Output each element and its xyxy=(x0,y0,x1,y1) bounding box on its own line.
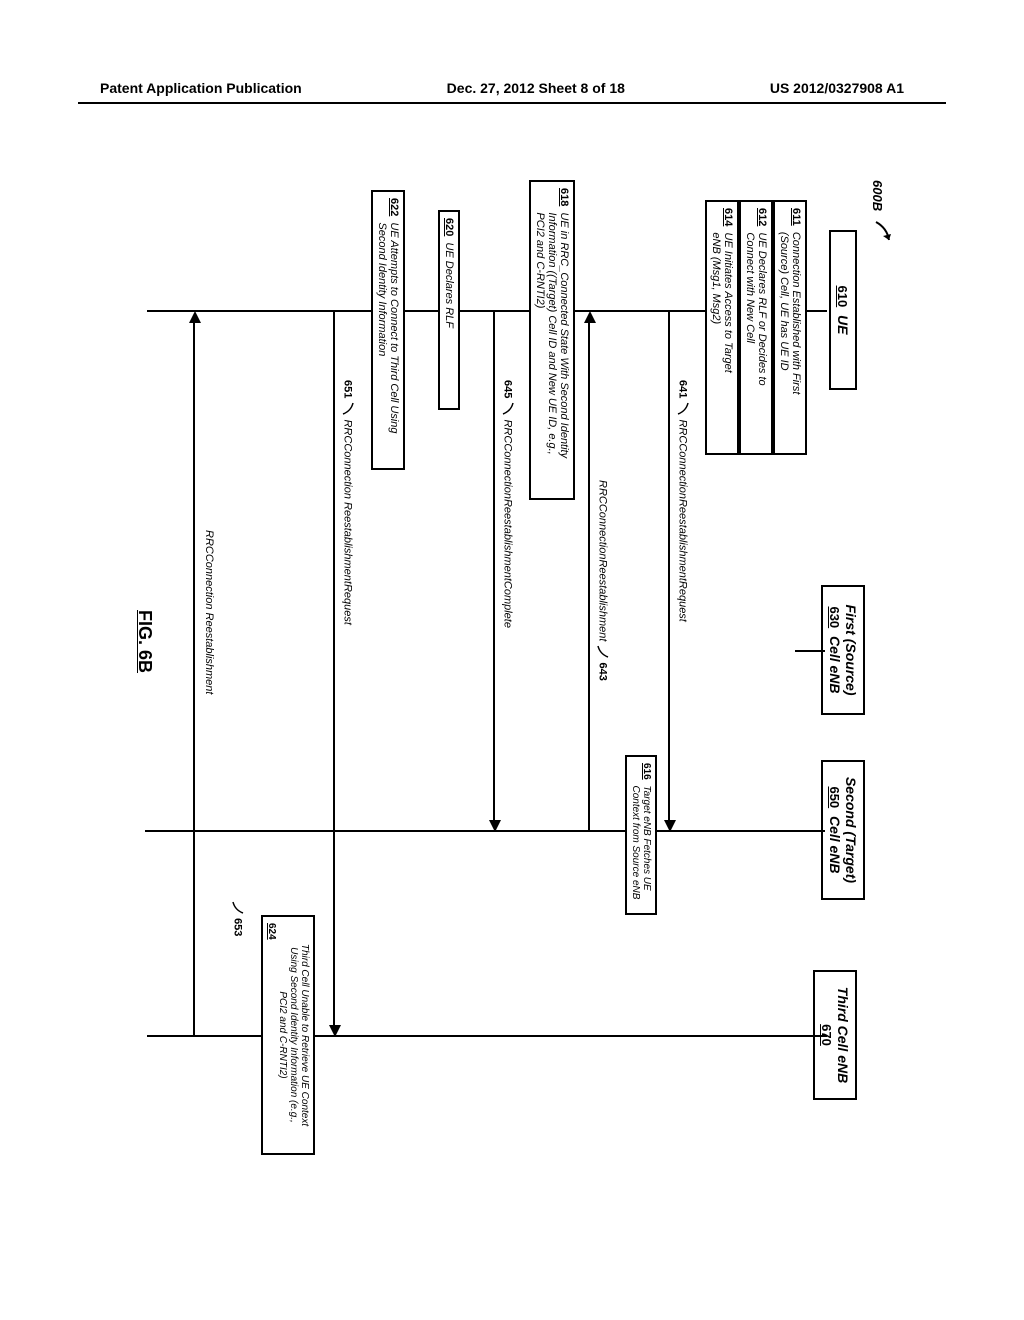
sequence-diagram: 600B 610 UE First (Source) 630 Cell eNB … xyxy=(105,170,885,1170)
arrow-head-651 xyxy=(329,1025,341,1037)
arrow-head-643 xyxy=(584,311,596,323)
arrow-643 xyxy=(588,323,590,831)
msg-641-label: 641 RRCConnectionReestablishmentRequest xyxy=(675,380,690,622)
arrow-645 xyxy=(493,311,495,821)
arrow-651 xyxy=(333,311,335,1026)
header-right: US 2012/0327908 A1 xyxy=(770,80,904,96)
msg-645-label: 645 RRCConnectionReestablishmentComplete xyxy=(500,380,515,628)
header-center: Dec. 27, 2012 Sheet 8 of 18 xyxy=(447,80,625,96)
lifeline-third xyxy=(147,1035,827,1037)
event-618: 618 UE in RRC_Connected State With Secon… xyxy=(529,180,575,500)
event-614: 614 UE Initiates Access to Target eNB (M… xyxy=(705,200,739,455)
actor-ue: 610 UE xyxy=(829,230,857,390)
event-612: 612 UE Declares RLF or Decides to Connec… xyxy=(739,200,773,455)
arrow-head-645 xyxy=(489,820,501,832)
header-divider xyxy=(78,102,946,104)
event-622: 622 UE Attempts to Connect to Third Cell… xyxy=(371,190,405,470)
arrow-641 xyxy=(668,311,670,821)
actor-source: First (Source) 630 Cell eNB xyxy=(821,585,865,715)
lifeline-source xyxy=(795,650,825,652)
header-left: Patent Application Publication xyxy=(100,80,302,96)
msg-653-ref: 653 xyxy=(230,900,245,936)
event-620: 620 UE Declares RLF xyxy=(438,210,460,410)
actor-target: Second (Target) 650 Cell eNB xyxy=(821,760,865,900)
event-616: 616 Target eNB Fetches UE Context from S… xyxy=(625,755,657,915)
figure-number: 600B xyxy=(870,180,885,211)
msg-653-label: RRCConnection Reestablishment xyxy=(203,530,215,694)
msg-651-label: 651 RRCConnection ReestablishmentRequest xyxy=(340,380,355,625)
event-611: 611 Connection Established with First (S… xyxy=(773,200,807,455)
lifeline-target xyxy=(145,830,825,832)
arrow-head-653 xyxy=(189,311,201,323)
page-header: Patent Application Publication Dec. 27, … xyxy=(0,80,1024,96)
figure-label: FIG. 6B xyxy=(134,610,155,673)
arrow-head-641 xyxy=(664,820,676,832)
arrow-653 xyxy=(193,323,195,1036)
msg-643-label: RRCConnectionReestablishment 643 xyxy=(595,480,610,681)
event-624: Third Cell Unable to Retrieve UE Context… xyxy=(261,915,315,1155)
